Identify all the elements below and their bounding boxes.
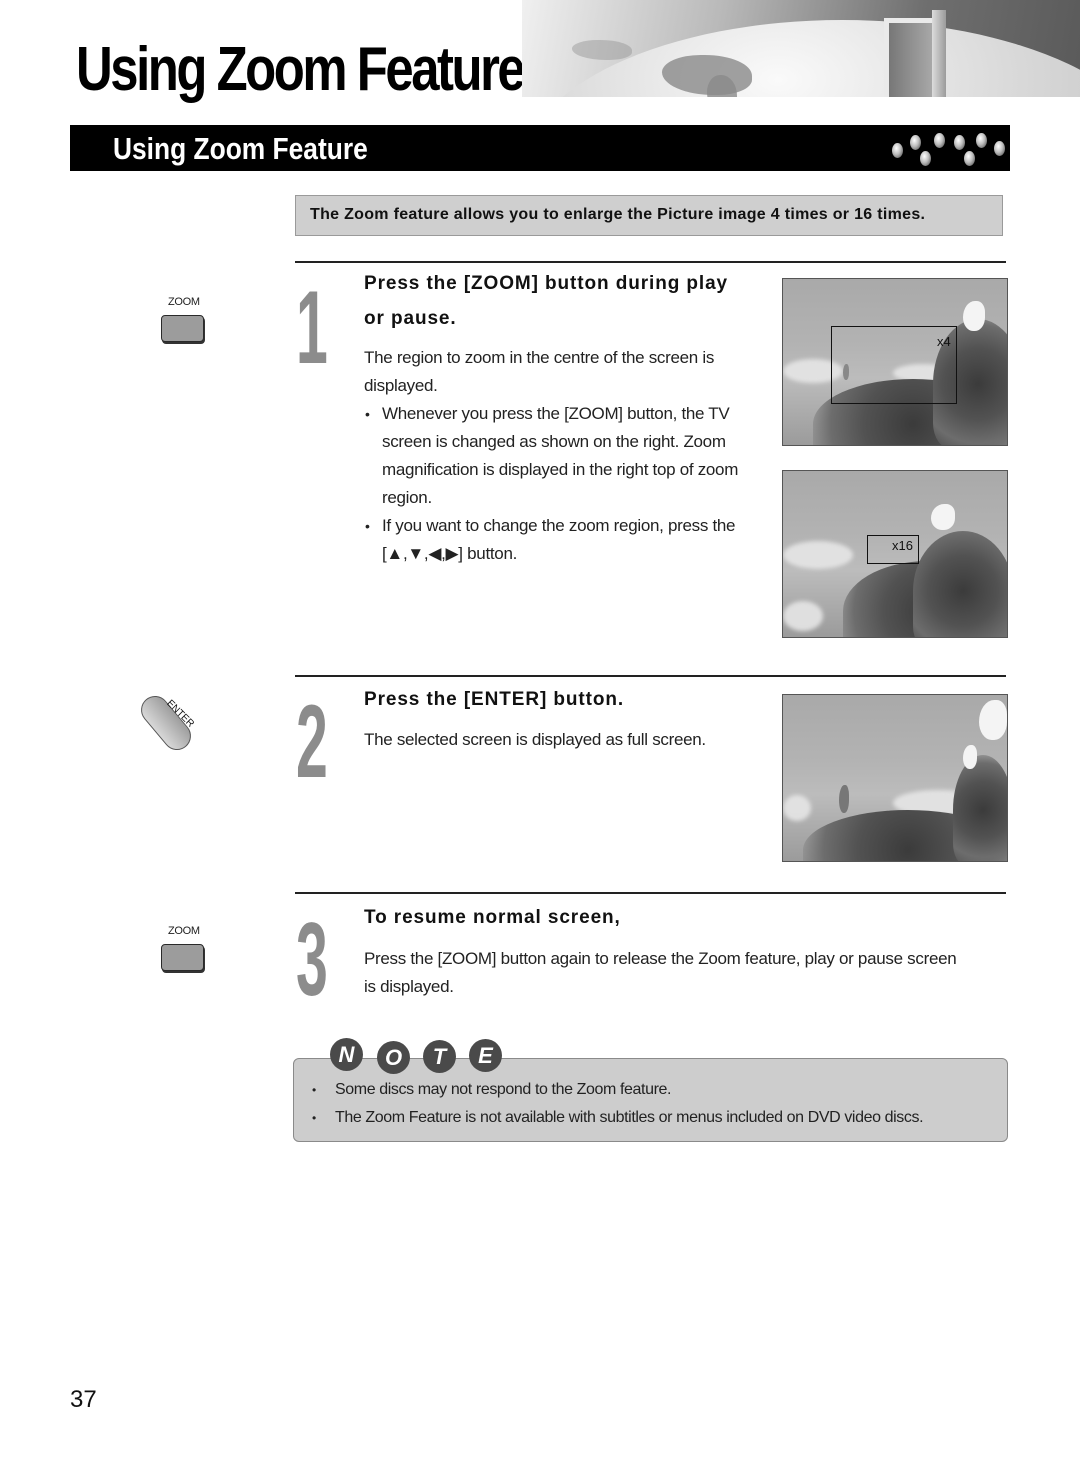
dot <box>920 151 931 166</box>
continent-shape <box>572 40 632 60</box>
note-item-text: The Zoom Feature is not available with s… <box>335 1109 924 1126</box>
step-description: Press the [ZOOM] button again to release… <box>364 949 957 996</box>
zoom-magnification-label: x16 <box>892 538 913 553</box>
note-badge-letter: T <box>423 1040 456 1073</box>
bird-shape <box>839 785 849 813</box>
zoom-button-label: ZOOM <box>168 925 200 937</box>
monitor-side-shape <box>932 10 946 97</box>
note-item-text: Some discs may not respond to the Zoom f… <box>335 1081 672 1098</box>
intro-text: The Zoom feature allows you to enlarge t… <box>310 206 926 223</box>
tree-shape <box>913 531 1007 637</box>
dot <box>964 151 975 166</box>
section-header-bar: Using Zoom Feature <box>70 125 1010 171</box>
egret-shape <box>979 700 1007 740</box>
step-heading: To resume normal screen, <box>364 907 621 928</box>
note-badge-letter: N <box>330 1038 363 1071</box>
note-item: The Zoom Feature is not available with s… <box>312 1109 924 1127</box>
dot <box>976 133 987 148</box>
step-divider <box>295 261 1006 263</box>
page-title: Using Zoom Feature <box>76 35 526 104</box>
step-description: The region to zoom in the centre of the … <box>364 348 715 395</box>
egret-shape <box>931 504 955 530</box>
egret-shape <box>963 745 977 769</box>
monitor-icon <box>884 18 938 97</box>
step-number: 1 <box>296 270 328 386</box>
tree-shape <box>953 755 1007 861</box>
dot <box>994 141 1005 156</box>
dot <box>954 135 965 150</box>
dot <box>892 143 903 158</box>
step-number: 2 <box>296 684 328 800</box>
step-heading: Press the [ZOOM] button during play <box>364 273 728 294</box>
cloud-shape <box>783 601 823 631</box>
header-globe-illustration <box>522 0 1080 97</box>
note-badge-letter: E <box>469 1039 502 1072</box>
step-description: The selected screen is displayed as full… <box>364 730 706 749</box>
dot <box>910 135 921 150</box>
decorative-dots-icon <box>880 129 1010 169</box>
step-bullet: Whenever you press the [ZOOM] button, th… <box>364 400 754 512</box>
zoom-magnification-label: x4 <box>937 334 951 349</box>
step-divider <box>295 675 1006 677</box>
cloud-shape <box>783 795 811 821</box>
zoom-button-label: ZOOM <box>168 296 200 308</box>
remote-zoom-button-icon <box>161 944 204 971</box>
remote-zoom-button-icon <box>161 315 204 342</box>
globe-image <box>522 20 1080 97</box>
fullscreen-zoomed-image <box>782 694 1008 862</box>
dot <box>934 133 945 148</box>
egret-shape <box>963 301 985 331</box>
cloud-shape <box>783 541 853 569</box>
zoom-x4-preview-image: x4 <box>782 278 1008 446</box>
page-number: 37 <box>70 1386 97 1413</box>
step-heading-cont: or pause. <box>364 308 457 329</box>
section-title: Using Zoom Feature <box>113 131 368 166</box>
step-body: The region to zoom in the centre of the … <box>364 344 754 568</box>
intro-callout: The Zoom feature allows you to enlarge t… <box>295 195 1003 236</box>
step-heading: Press the [ENTER] button. <box>364 689 625 710</box>
step-divider <box>295 892 1006 894</box>
zoom-x16-preview-image: x16 <box>782 470 1008 638</box>
note-badge-letter: O <box>377 1041 410 1074</box>
step-number: 3 <box>296 902 328 1018</box>
note-item: Some discs may not respond to the Zoom f… <box>312 1081 671 1099</box>
step-bullet: If you want to change the zoom region, p… <box>364 512 754 568</box>
